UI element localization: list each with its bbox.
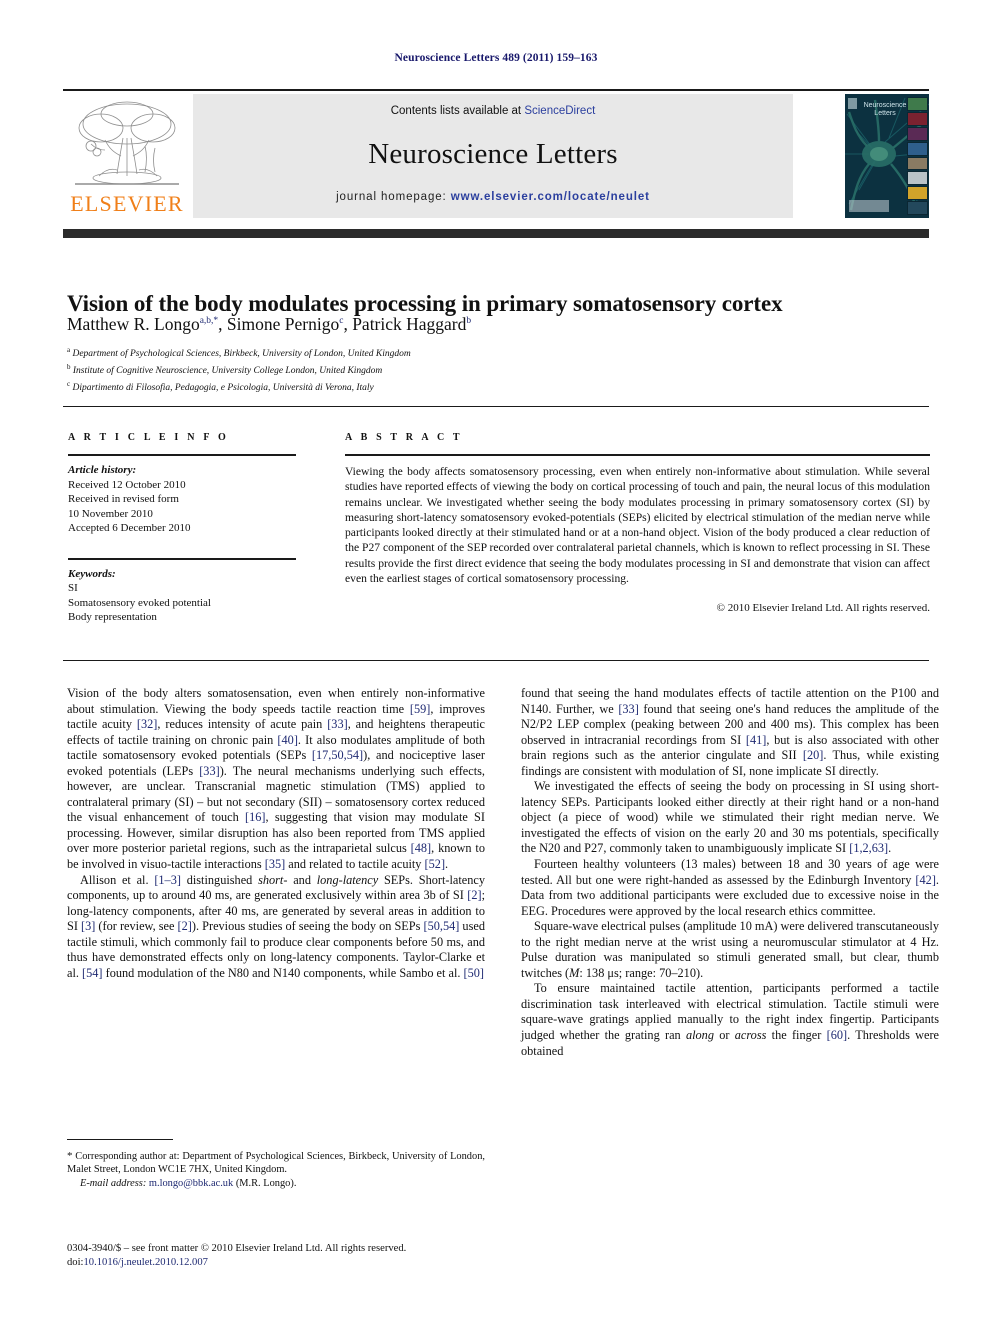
journal-header: ELSEVIER Contents lists available at Sci… [63,94,929,218]
history-line: Received in revised form [68,493,179,505]
body-paragraph: found that seeing the hand modulates eff… [521,686,939,778]
article-history-label: Article history: [68,464,137,476]
journal-homepage-line: journal homepage: www.elsevier.com/locat… [193,191,793,203]
contents-lists-line: Contents lists available at ScienceDirec… [193,105,793,117]
cover-thumb [907,141,928,156]
email-owner: (M.R. Longo). [235,1177,297,1189]
affiliation-list: a Department of Psychological Sciences, … [67,344,927,394]
body-column-right: found that seeing the hand modulates eff… [521,686,939,1059]
cover-thumb [907,126,928,141]
body-paragraph: Allison et al. [1–3] distinguished short… [67,872,486,980]
email-line: E-mail address: m.longo@bbk.ac.uk (M.R. … [67,1177,485,1190]
keywords-rule [68,557,296,560]
cover-thumb [907,111,928,126]
journal-title: Neuroscience Letters [368,138,618,170]
doi-label: doi: [67,1257,84,1268]
affiliation-item: b Institute of Cognitive Neuroscience, U… [67,362,383,376]
doi-link[interactable]: 10.1016/j.neulet.2010.12.007 [83,1257,207,1268]
article-info-rule [68,454,296,456]
journal-header-center: Contents lists available at ScienceDirec… [193,94,793,218]
body-paragraph: To ensure maintained tactile attention, … [521,981,940,1058]
elsevier-logo[interactable]: ELSEVIER [63,94,191,218]
cover-thumb [907,97,928,111]
footnote-block: * Corresponding author at: Department of… [67,1150,485,1190]
footnote-rule [67,1139,173,1140]
header-rule-top [63,89,929,91]
contents-prefix: Contents lists available at [390,105,525,117]
cover-thumb [907,171,928,186]
abstract-block: A B S T R A C T Viewing the body affects… [345,432,930,614]
running-head: Neuroscience Letters 489 (2011) 159–163 [394,52,598,64]
history-line: Received 12 October 2010 [68,478,186,491]
cover-thumb [907,186,928,201]
journal-cover-thumbnail[interactable]: Neuroscience Letters [845,94,929,218]
elsevier-wordmark: ELSEVIER [70,191,184,216]
journal-homepage-link[interactable]: www.elsevier.com/locate/neulet [451,191,650,203]
article-page: Neuroscience Letters 489 (2011) 159–163 [0,0,992,1323]
abstract-copyright: © 2010 Elsevier Ireland Ltd. All rights … [716,602,930,615]
issn-line: 0304-3940/$ – see front matter © 2010 El… [67,1243,407,1254]
abstract-text: Viewing the body affects somatosensory p… [345,465,930,586]
affiliation-item: c Dipartimento di Filosofia, Pedagogia, … [67,379,374,393]
author-list: Matthew R. Longoa,b,*, Simone Pernigoc, … [67,314,472,334]
doi-line: doi:10.1016/j.neulet.2010.12.007 [67,1256,485,1270]
cover-image-strip [907,97,928,215]
history-line: 10 November 2010 [68,507,153,520]
keyword-item: SI [68,582,78,594]
affiliation-item: a Department of Psychological Sciences, … [67,346,411,360]
history-line: Accepted 6 December 2010 [68,522,191,534]
body-paragraph: Vision of the body alters somatosensatio… [67,686,486,872]
cover-corner-mark [848,98,857,109]
body-paragraph: We investigated the effects of seeing th… [521,779,939,856]
affiliation-marker: c [67,379,71,388]
divider-rule-above-body [63,660,929,661]
header-rule-bottom [63,229,929,238]
keyword-item: Somatosensory evoked potential [68,596,211,609]
cover-journal-title: Neuroscience Letters [863,102,907,117]
cover-bottom-band [849,200,889,212]
body-paragraph: Fourteen healthy volunteers (13 males) b… [521,857,939,918]
body-paragraph: Square-wave electrical pulses (amplitude… [521,919,939,980]
article-history: Article history: Received 12 October 201… [68,463,313,536]
abstract-heading: A B S T R A C T [345,432,463,443]
homepage-label: journal homepage: [336,191,447,203]
keyword-item: Body representation [68,611,157,623]
cover-thumb [907,156,928,171]
cover-thumb [907,201,928,215]
article-info-block: A R T I C L E I N F O Article history: R… [68,432,313,625]
affiliation-marker: b [67,362,71,371]
email-link[interactable]: m.longo@bbk.ac.uk [149,1178,233,1189]
sciencedirect-link[interactable]: ScienceDirect [524,105,595,117]
affiliation-marker: a [67,346,71,354]
keywords-block: Keywords: SI Somatosensory evoked potent… [68,567,313,625]
email-label: E-mail address: [80,1177,147,1189]
elsevier-tree-icon [75,101,179,185]
imprint-block: 0304-3940/$ – see front matter © 2010 El… [67,1242,485,1270]
abstract-rule [345,454,930,456]
keywords-label: Keywords: [68,567,116,580]
article-info-heading: A R T I C L E I N F O [68,432,229,443]
body-column-left: Vision of the body alters somatosensatio… [67,686,485,981]
divider-rule-above-info [63,406,929,407]
corresponding-author-note: * Corresponding author at: Department of… [67,1150,485,1176]
